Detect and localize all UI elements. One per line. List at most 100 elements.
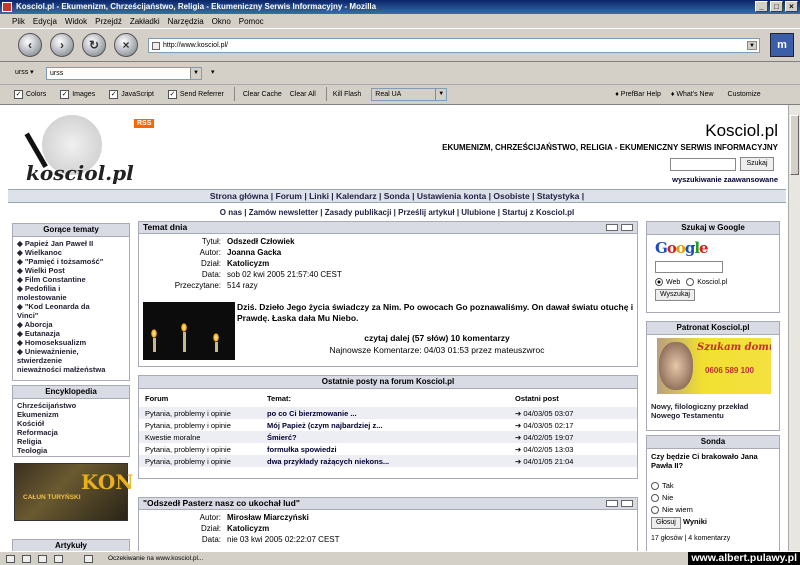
article2-category[interactable]: Katolicyzm — [227, 523, 269, 534]
article-title[interactable]: Odszedł Człowiek — [227, 236, 295, 247]
stop-button[interactable]: × — [114, 33, 138, 57]
menu-edit[interactable]: Edycja — [33, 17, 57, 26]
advanced-search-link[interactable]: wyszukiwanie zaawansowane — [672, 175, 778, 184]
site-logo[interactable]: kosciol.pl — [12, 115, 134, 185]
list-item[interactable]: ◆ Wielkanoc — [17, 248, 125, 257]
list-item[interactable]: ◆ Papież Jan Paweł II — [17, 239, 125, 248]
list-item[interactable]: Vinci" — [17, 311, 125, 320]
prefbar-help-button[interactable]: ♦ PrefBar Help — [615, 91, 661, 98]
whats-new-button[interactable]: ♦ What's New — [671, 91, 714, 98]
composer-icon[interactable] — [22, 555, 31, 563]
list-item[interactable]: ◆ Pedofilia i — [17, 284, 125, 293]
hot-topics-title: Gorące tematy — [13, 224, 129, 237]
forward-button[interactable]: › — [50, 33, 74, 57]
list-item[interactable]: ◆ Unieważnienie, — [17, 347, 125, 356]
close-button[interactable]: × — [785, 1, 798, 12]
clear-cache-button[interactable]: Clear Cache — [243, 91, 282, 98]
site-search-button[interactable]: Szukaj — [740, 157, 774, 171]
rss-badge[interactable]: RSS — [134, 119, 155, 128]
scrollbar-thumb[interactable] — [790, 115, 799, 175]
user-agent-select[interactable]: Real UA ▼ — [371, 87, 448, 101]
list-item[interactable]: Teologia — [17, 446, 125, 455]
article2-title[interactable]: "Odszedł Pasterz nasz co ukochał lud" — [139, 498, 637, 510]
google-search-box: Szukaj w Google Google Web Kosciol.pl Wy… — [646, 221, 780, 313]
reload-button[interactable]: ↻ — [82, 33, 106, 57]
colors-checkbox[interactable]: ✓ Colors — [14, 89, 46, 99]
print-icon[interactable] — [621, 224, 633, 231]
list-item[interactable]: ◆ Wielki Post — [17, 266, 125, 275]
javascript-checkbox[interactable]: ✓ JavaScript — [109, 89, 154, 99]
poll-option-radio[interactable] — [651, 494, 659, 503]
list-item[interactable]: Chrześcijaństwo — [17, 401, 125, 410]
menu-view[interactable]: Widok — [65, 17, 87, 26]
list-item[interactable]: Reformacja — [17, 428, 125, 437]
toolbar-dropdown-icon[interactable]: ▾ — [208, 67, 222, 80]
shroud-banner[interactable]: KON CAŁUN TURYŃSKI — [14, 463, 134, 521]
mail-icon[interactable] — [6, 555, 15, 563]
list-item[interactable]: ◆ Eutanazja — [17, 329, 125, 338]
poll-stats[interactable]: 17 głosów | 4 komentarzy — [651, 535, 775, 542]
poll-option-radio[interactable] — [651, 506, 659, 515]
banner-subtext: CAŁUN TURYŃSKI — [23, 494, 81, 501]
menu-file[interactable]: Plik — [12, 17, 25, 26]
list-item[interactable]: molestowanie — [17, 293, 125, 302]
list-item[interactable]: ◆ "Pamięć i tożsamość" — [17, 257, 125, 266]
back-button[interactable]: ‹ — [18, 33, 42, 57]
profile-select[interactable]: urss ▾ — [12, 67, 40, 80]
mozilla-throbber-icon[interactable]: m — [770, 33, 794, 57]
list-item[interactable]: Kościół — [17, 419, 125, 428]
table-row: Kwestie moralne Śmierć? ➔ 04/02/05 19:07 — [139, 431, 637, 443]
vertical-scrollbar[interactable] — [788, 105, 800, 551]
site-title: Kosciol.pl — [705, 121, 778, 140]
patronage-banner[interactable]: Szukam domu 0606 589 100 — [657, 338, 771, 394]
google-logo: Google — [655, 239, 709, 257]
list-item[interactable]: Ekumenizm — [17, 410, 125, 419]
list-item[interactable]: Religia — [17, 437, 125, 446]
list-item[interactable]: ◆ Film Constantine — [17, 275, 125, 284]
menu-help[interactable]: Pomoc — [239, 17, 264, 26]
menu-window[interactable]: Okno — [212, 17, 231, 26]
address-book-icon[interactable] — [38, 555, 47, 563]
poll-option-radio[interactable] — [651, 482, 659, 491]
kill-flash-button[interactable]: Kill Flash — [333, 91, 361, 98]
new-testament-link[interactable]: Nowy, filologiczny przekład Nowego Testa… — [651, 402, 777, 420]
menu-go[interactable]: Przejdź — [95, 17, 122, 26]
primary-nav[interactable]: Strona główna | Forum | Linki | Kalendar… — [8, 189, 786, 203]
radio-site[interactable] — [686, 278, 695, 286]
list-item[interactable]: ◆ "Kod Leonarda da — [17, 302, 125, 311]
poll-vote-button[interactable]: Głosuj — [651, 517, 681, 529]
url-dropdown-icon[interactable]: ▼ — [747, 41, 757, 50]
list-item[interactable]: nieważności małżeństwa — [17, 365, 125, 374]
menu-bookmarks[interactable]: Zakładki — [130, 17, 160, 26]
email-icon[interactable] — [606, 224, 618, 231]
print-icon[interactable] — [621, 500, 633, 507]
article-author[interactable]: Joanna Gacka — [227, 247, 281, 258]
list-item[interactable]: ◆ Aborcja — [17, 320, 125, 329]
minimize-button[interactable]: _ — [755, 1, 768, 12]
chat-icon[interactable] — [54, 555, 63, 563]
url-bar[interactable]: http://www.kosciol.pl/ ▼ — [148, 38, 760, 53]
poll-results-link[interactable]: Wyniki — [683, 517, 707, 526]
forum-title: Ostatnie posty na forum Kosciol.pl — [139, 376, 637, 389]
latest-comment[interactable]: Najnowsze Komentarze: 04/03 01:53 przez … — [237, 344, 637, 356]
poll-question: Czy będzie Ci brakowało Jana Pawła II? — [651, 452, 758, 470]
article2-author[interactable]: Mirosław Miarczyński — [227, 512, 309, 523]
list-item[interactable]: ◆ Homoseksualizm — [17, 338, 125, 347]
images-checkbox[interactable]: ✓ Images — [60, 89, 95, 99]
google-query-input[interactable] — [655, 261, 723, 273]
profile-field[interactable]: urss ▼ — [46, 67, 202, 80]
clear-all-button[interactable]: Clear All — [290, 91, 316, 98]
send-referrer-checkbox[interactable]: ✓ Send Referrer — [167, 89, 224, 99]
list-item[interactable]: stwierdzenie — [17, 356, 125, 365]
maximize-button[interactable]: □ — [770, 1, 783, 12]
article-category[interactable]: Katolicyzm — [227, 258, 269, 269]
radio-web[interactable] — [655, 278, 663, 286]
navigation-toolbar: ‹ › ↻ × http://www.kosciol.pl/ ▼ — [0, 28, 800, 62]
secondary-nav[interactable]: O nas | Zamów newsletter | Zasady publik… — [8, 207, 786, 219]
customize-button[interactable]: Customize — [728, 91, 761, 98]
read-more-link[interactable]: czytaj dalej (57 słów) 10 komentarzy — [237, 332, 637, 344]
email-icon[interactable] — [606, 500, 618, 507]
google-search-button[interactable]: Wyszukaj — [655, 289, 695, 301]
menu-tools[interactable]: Narzędzia — [168, 17, 204, 26]
site-search-input[interactable] — [670, 158, 736, 171]
